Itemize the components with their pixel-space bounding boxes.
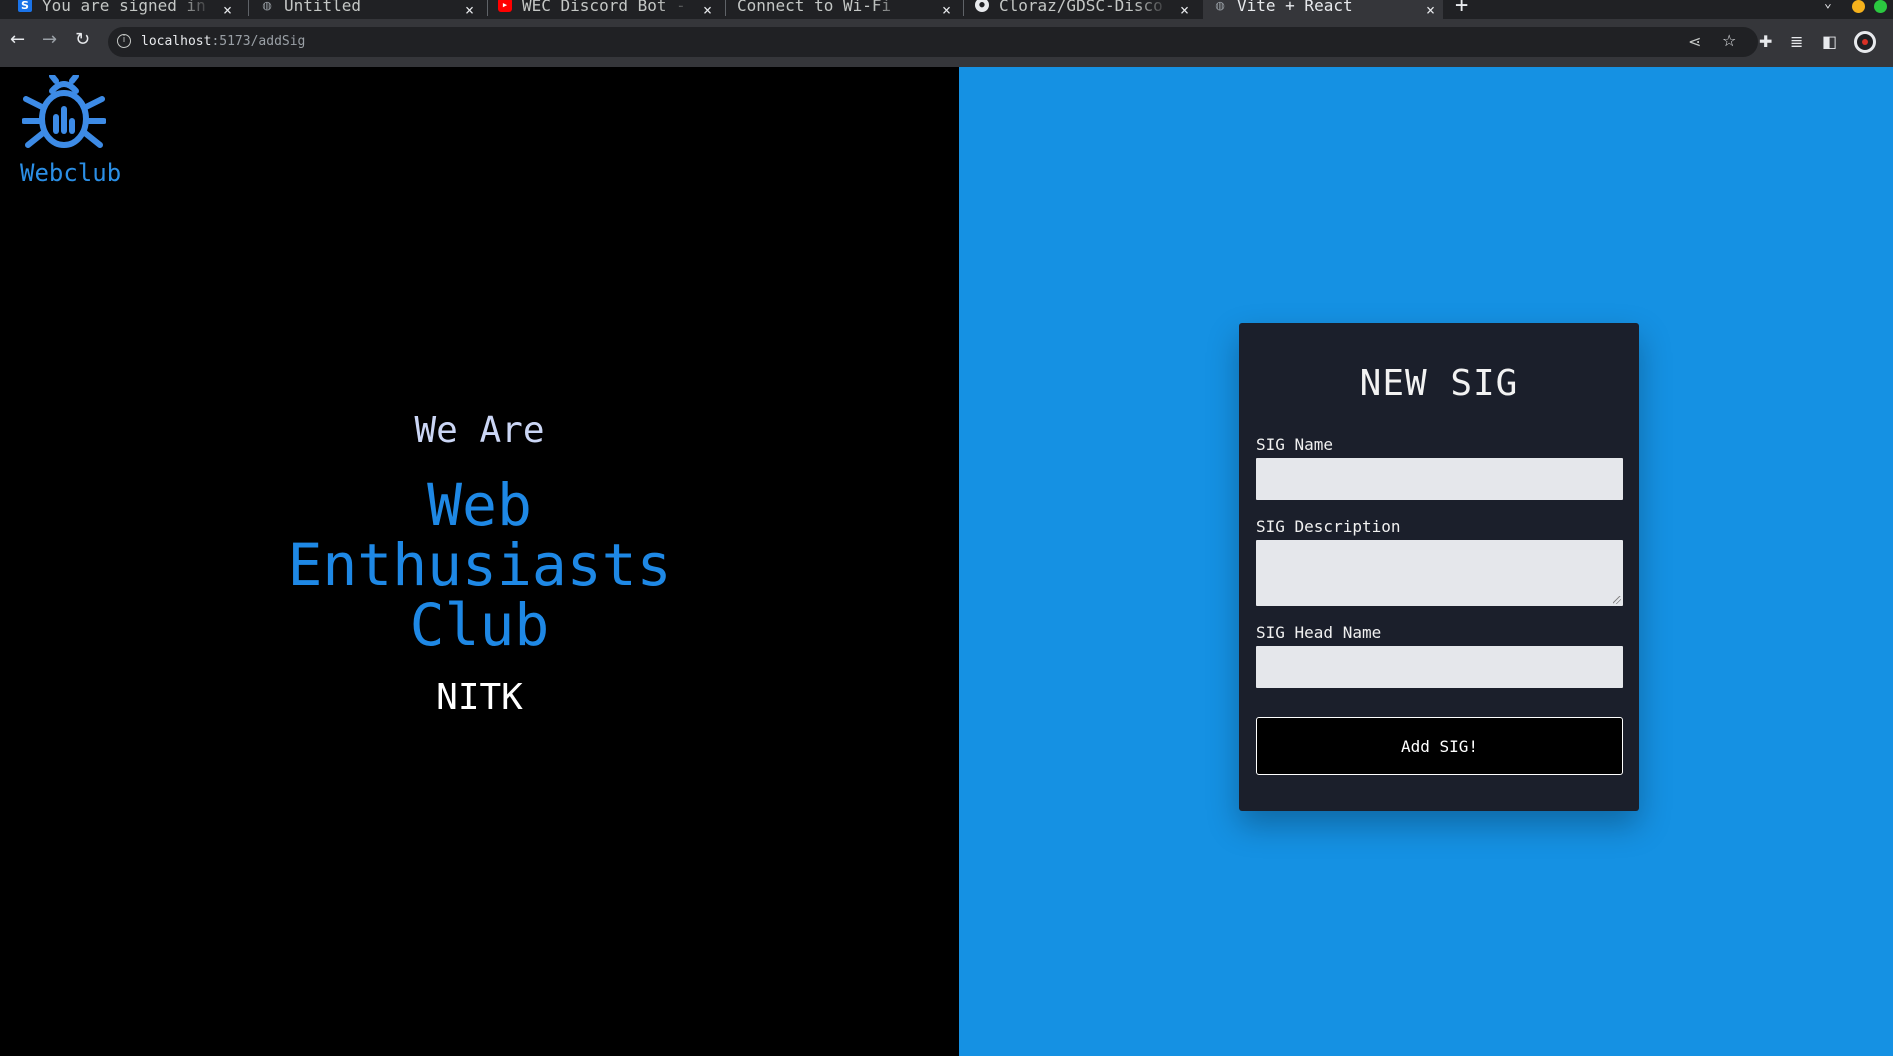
tab-search-chevron-icon[interactable]: ⌄	[1824, 0, 1832, 11]
club-name-line-3: Club	[409, 591, 550, 659]
side-panel-icon[interactable]: ◧	[1822, 32, 1837, 51]
hero-panel: Webclub We Are Web Enthusiasts Club NITK	[0, 67, 959, 1056]
maximize-dot[interactable]	[1874, 0, 1887, 13]
sig-head-name-label: SIG Head Name	[1256, 623, 1382, 642]
add-sig-button[interactable]: Add SIG!	[1256, 717, 1623, 775]
sig-head-name-input[interactable]	[1256, 646, 1623, 688]
address-bar[interactable]: i localhost:5173/addSig ⋖ ☆	[108, 27, 1758, 57]
sig-name-label: SIG Name	[1256, 435, 1334, 454]
sig-description-wrapper	[1256, 540, 1623, 606]
tab-strip: S You are signed in × ◍ Untitled × ▶ WEC…	[0, 0, 1893, 19]
forward-arrow-icon[interactable]: →	[42, 29, 57, 50]
site-info-icon[interactable]: i	[117, 34, 131, 48]
github-icon: ●	[975, 0, 989, 12]
nitk-text: NITK	[436, 677, 523, 718]
share-icon[interactable]: ⋖	[1688, 32, 1701, 51]
close-tab-icon[interactable]: ×	[703, 1, 712, 19]
url-path: :5173/addSig	[211, 34, 306, 49]
profile-avatar[interactable]	[1854, 31, 1876, 53]
globe-icon: ◍	[262, 0, 272, 12]
new-tab-button[interactable]: +	[1455, 0, 1468, 18]
form-title: NEW SIG	[1359, 363, 1519, 404]
tab-title: Vite + React	[1237, 0, 1353, 15]
sig-name-input[interactable]	[1256, 458, 1623, 500]
webclub-logo[interactable]: Webclub	[20, 75, 122, 187]
tab-separator	[963, 0, 964, 16]
we-are-text: We Are	[414, 410, 545, 451]
club-name-heading: Web Enthusiasts Club	[0, 475, 959, 655]
new-sig-form: NEW SIG SIG Name SIG Description SIG Hea…	[1239, 323, 1639, 811]
tab-title: WEC Discord Bot -	[522, 0, 686, 15]
browser-toolbar: ← → ↻ i localhost:5173/addSig ⋖ ☆ ✚ ≣ ◧	[0, 19, 1893, 67]
tab-title: Untitled	[284, 0, 362, 15]
sig-description-label: SIG Description	[1256, 517, 1401, 536]
close-tab-icon[interactable]: ×	[1180, 1, 1189, 19]
club-name-line-1: Web	[427, 471, 532, 539]
close-tab-icon[interactable]: ×	[223, 1, 232, 19]
tab-vite-react[interactable]: ◍ Vite + React ×	[1203, 0, 1443, 19]
close-tab-icon[interactable]: ×	[465, 1, 474, 19]
tab-separator	[248, 0, 249, 16]
tab-github[interactable]: ● Cloraz/GDSC-Disco ×	[965, 0, 1197, 19]
globe-icon: ◍	[1215, 0, 1225, 12]
tab-title: Cloraz/GDSC-Disco	[999, 0, 1163, 15]
bookmark-star-icon[interactable]: ☆	[1722, 31, 1736, 50]
tab-untitled[interactable]: ◍ Untitled ×	[250, 0, 482, 19]
tab-title: You are signed in	[42, 0, 206, 15]
logo-text: Webclub	[20, 159, 122, 187]
media-queue-icon[interactable]: ≣	[1790, 32, 1803, 51]
club-name-line-2: Enthusiasts	[287, 531, 672, 599]
resize-handle-icon[interactable]	[1613, 596, 1621, 604]
tab-title: Connect to Wi-Fi	[737, 0, 892, 15]
youtube-icon: ▶	[498, 0, 512, 12]
tab-wec-discord-bot[interactable]: ▶ WEC Discord Bot - ×	[488, 0, 720, 19]
tab-connect-wifi[interactable]: Connect to Wi-Fi ×	[727, 0, 959, 19]
page-viewport: Webclub We Are Web Enthusiasts Club NITK…	[0, 67, 1893, 1056]
url-text[interactable]: localhost:5173/addSig	[141, 34, 305, 49]
tab-separator	[725, 0, 726, 16]
close-tab-icon[interactable]: ×	[942, 1, 951, 19]
s-icon: S	[18, 0, 32, 12]
close-tab-icon[interactable]: ×	[1426, 1, 1435, 19]
sig-description-textarea[interactable]	[1256, 540, 1623, 606]
back-arrow-icon[interactable]: ←	[10, 29, 25, 50]
reload-icon[interactable]: ↻	[75, 29, 90, 50]
minimize-dot[interactable]	[1852, 0, 1865, 13]
extensions-puzzle-icon[interactable]: ✚	[1759, 32, 1772, 51]
url-host: localhost	[141, 34, 212, 49]
bug-logo-icon	[22, 75, 106, 148]
tab-signed-in[interactable]: S You are signed in ×	[8, 0, 240, 19]
